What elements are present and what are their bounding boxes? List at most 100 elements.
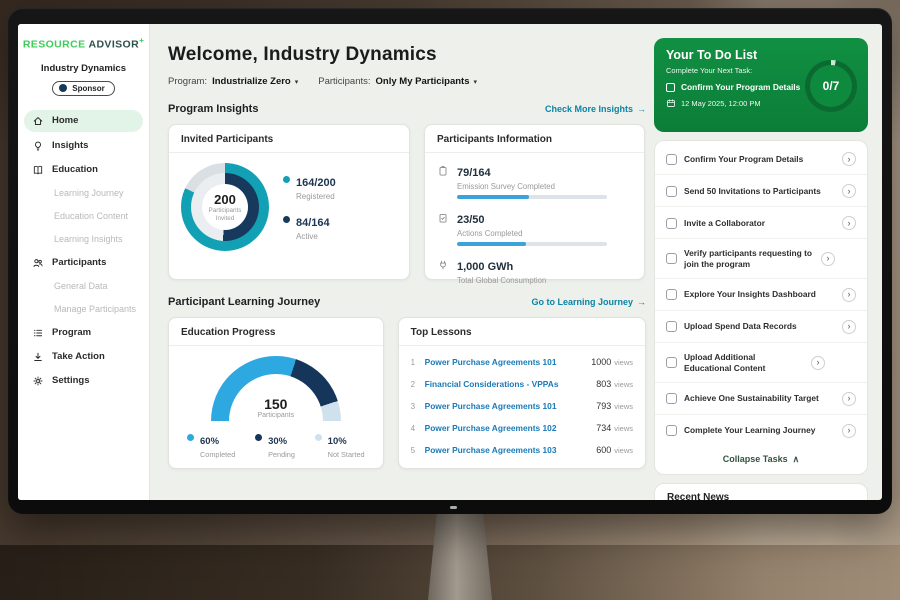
- book-icon: [32, 164, 44, 176]
- checkbox-icon[interactable]: [666, 393, 677, 404]
- todo-task-row[interactable]: Verify participants requesting to join t…: [655, 239, 867, 279]
- monitor-bezel: RESOURCE ADVISOR+ Industry Dynamics Spon…: [8, 8, 892, 514]
- sidebar-item-participants[interactable]: Participants: [18, 251, 149, 275]
- legend-label: Active: [296, 232, 330, 241]
- todo-task-row[interactable]: Upload Additional Educational Content ›: [655, 343, 867, 383]
- invited-legend: 164/200 Registered 84/164 Active: [283, 173, 336, 241]
- legend-label: Not Started: [328, 450, 365, 459]
- lesson-views-unit: views: [614, 380, 633, 389]
- education-gauge: 150 Participants: [211, 356, 341, 421]
- checkbox-icon[interactable]: [666, 186, 677, 197]
- check-more-insights-link[interactable]: Check More Insights→: [545, 104, 646, 114]
- learning-cards-row: Education Progress 150 Participants: [168, 317, 646, 469]
- checkbox-icon[interactable]: [666, 83, 675, 92]
- go-to-learning-journey-link[interactable]: Go to Learning Journey→: [531, 297, 646, 307]
- sidebar-item-home[interactable]: Home: [24, 110, 143, 132]
- sidebar-nav: Home Insights Education Learning Journey…: [18, 110, 149, 393]
- arrow-right-icon: →: [637, 297, 646, 307]
- todo-task-row[interactable]: Upload Spend Data Records ›: [655, 311, 867, 343]
- invited-participants-card: Invited Participants 200 Participants In…: [168, 124, 410, 280]
- sidebar-item-learning-insights[interactable]: Learning Insights: [18, 228, 149, 251]
- sidebar-item-education-content[interactable]: Education Content: [18, 205, 149, 228]
- task-label: Send 50 Invitations to Participants: [684, 186, 835, 197]
- program-filter-value: Industrialize Zero: [212, 76, 291, 87]
- chevron-right-icon[interactable]: ›: [842, 152, 856, 166]
- chevron-right-icon[interactable]: ›: [842, 288, 856, 302]
- lesson-views-unit: views: [614, 446, 633, 455]
- lesson-link[interactable]: Power Purchase Agreements 101: [425, 401, 597, 411]
- task-label: Confirm Your Program Details: [684, 154, 835, 165]
- logo-plus: +: [139, 36, 144, 45]
- sidebar-item-settings[interactable]: Settings: [18, 369, 149, 393]
- sponsor-badge[interactable]: Sponsor: [52, 81, 114, 96]
- legend-dot: [187, 434, 194, 441]
- sidebar-sub-label: Manage Participants: [54, 304, 136, 314]
- lesson-link[interactable]: Power Purchase Agreements 101: [425, 357, 592, 367]
- people-icon: [32, 257, 44, 269]
- checkbox-icon[interactable]: [666, 253, 677, 264]
- chevron-right-icon[interactable]: ›: [842, 392, 856, 406]
- checkbox-icon[interactable]: [666, 289, 677, 300]
- todo-progress-value: 0/7: [810, 65, 852, 107]
- gauge-body: 150 Participants 60% Completed: [169, 346, 383, 469]
- page-title: Welcome, Industry Dynamics: [168, 44, 646, 66]
- chevron-right-icon[interactable]: ›: [842, 184, 856, 198]
- arrow-right-icon: →: [637, 104, 646, 114]
- chevron-right-icon[interactable]: ›: [811, 356, 825, 370]
- task-label: Upload Additional Educational Content: [684, 352, 804, 374]
- info-row-consumption: 1,000 GWh Total Global Consumption: [437, 257, 632, 285]
- lesson-link[interactable]: Power Purchase Agreements 102: [425, 423, 597, 433]
- lesson-link[interactable]: Power Purchase Agreements 103: [425, 445, 597, 455]
- chevron-right-icon[interactable]: ›: [842, 320, 856, 334]
- sidebar-item-general-data[interactable]: General Data: [18, 275, 149, 298]
- task-label: Verify participants requesting to join t…: [684, 248, 814, 270]
- todo-task-list: Confirm Your Program Details › Send 50 I…: [654, 140, 868, 475]
- sidebar: RESOURCE ADVISOR+ Industry Dynamics Spon…: [18, 24, 150, 500]
- sidebar-item-program[interactable]: Program: [18, 321, 149, 345]
- todo-task-row[interactable]: Achieve One Sustainability Target ›: [655, 383, 867, 415]
- actions-progress-bar: [457, 242, 607, 246]
- chevron-right-icon[interactable]: ›: [821, 252, 835, 266]
- checkbox-icon[interactable]: [666, 357, 677, 368]
- sidebar-item-label: Settings: [52, 375, 89, 386]
- checkbox-icon[interactable]: [666, 154, 677, 165]
- lesson-row: 3 Power Purchase Agreements 101 793 view…: [399, 395, 645, 417]
- chevron-right-icon[interactable]: ›: [842, 216, 856, 230]
- lessons-list: 1 Power Purchase Agreements 101 1000 vie…: [399, 346, 645, 461]
- checkbox-icon[interactable]: [666, 425, 677, 436]
- sidebar-item-manage-participants[interactable]: Manage Participants: [18, 298, 149, 321]
- sidebar-item-label: Participants: [52, 257, 106, 268]
- legend-value: 164/200: [296, 177, 336, 189]
- participants-filter[interactable]: Participants: Only My Participants ▾: [318, 76, 477, 87]
- recent-news-card: Recent News: [654, 483, 868, 500]
- todo-date-text: 12 May 2025, 12:00 PM: [681, 99, 761, 108]
- clipboard-icon: [437, 165, 449, 177]
- todo-task-row[interactable]: Explore Your Insights Dashboard ›: [655, 279, 867, 311]
- card-title: Top Lessons: [399, 327, 645, 346]
- chevron-up-icon: ∧: [793, 454, 800, 465]
- checkbox-icon[interactable]: [666, 218, 677, 229]
- sidebar-item-learning-journey[interactable]: Learning Journey: [18, 182, 149, 205]
- todo-next-task[interactable]: Confirm Your Program Details: [666, 82, 801, 92]
- chevron-right-icon[interactable]: ›: [842, 424, 856, 438]
- recent-news-title: Recent News: [667, 492, 729, 500]
- sidebar-item-education[interactable]: Education: [18, 158, 149, 182]
- checkbox-icon[interactable]: [666, 321, 677, 332]
- lesson-link[interactable]: Financial Considerations - VPPAs: [425, 379, 597, 389]
- chevron-down-icon: ▾: [474, 78, 478, 86]
- card-title: Participants Information: [425, 134, 644, 153]
- todo-task-row[interactable]: Complete Your Learning Journey ›: [655, 415, 867, 446]
- sidebar-item-insights[interactable]: Insights: [18, 134, 149, 158]
- todo-task-row[interactable]: Send 50 Invitations to Participants ›: [655, 175, 867, 207]
- info-row-actions: 23/50 Actions Completed: [437, 210, 632, 246]
- lesson-rank: 1: [411, 358, 425, 367]
- legend-value: 84/164: [296, 217, 330, 229]
- collapse-tasks-link[interactable]: Collapse Tasks ∧: [655, 446, 867, 472]
- todo-task-row[interactable]: Confirm Your Program Details ›: [655, 143, 867, 175]
- sidebar-item-take-action[interactable]: Take Action: [18, 345, 149, 369]
- program-filter[interactable]: Program: Industrialize Zero ▾: [168, 76, 298, 87]
- program-filter-label: Program:: [168, 76, 207, 87]
- logo-advisor: ADVISOR: [88, 39, 139, 51]
- sponsor-label: Sponsor: [72, 84, 104, 93]
- todo-task-row[interactable]: Invite a Collaborator ›: [655, 207, 867, 239]
